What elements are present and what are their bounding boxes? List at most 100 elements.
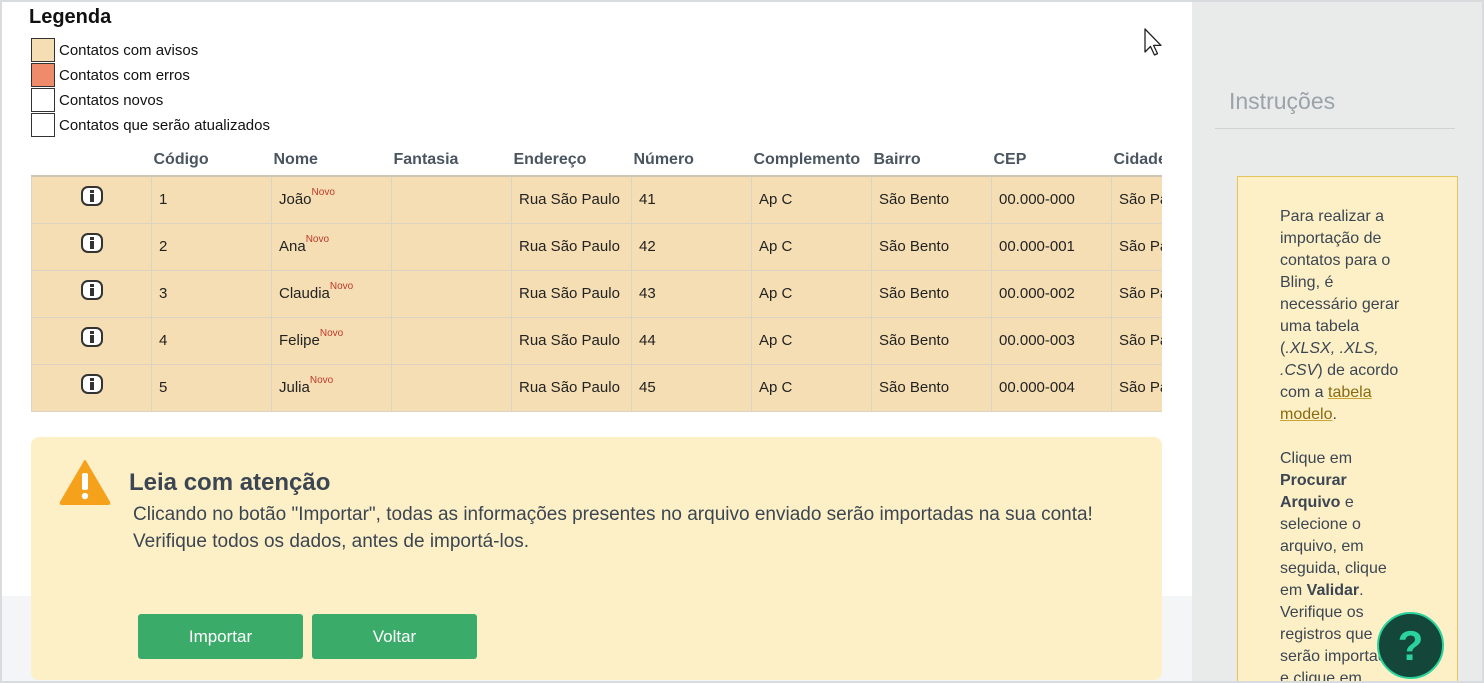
table-row: 4 FelipeNovo Rua São Paulo 44 Ap C São B… <box>31 316 1162 365</box>
legend-swatch-errors <box>31 63 55 87</box>
cell-numero: 41 <box>631 175 752 224</box>
cell-endereco: Rua São Paulo <box>511 175 632 224</box>
cell-complemento: Ap C <box>751 175 872 224</box>
legend-item-errors: Contatos com erros <box>31 63 190 87</box>
cell-nome: JoãoNovo <box>271 175 392 224</box>
legend-swatch-new <box>31 88 55 112</box>
column-header-fantasia: Fantasia <box>391 144 512 176</box>
info-cell <box>31 269 152 318</box>
cell-fantasia <box>391 363 512 412</box>
cell-cidade: São Paulo <box>1111 222 1162 271</box>
cell-complemento: Ap C <box>751 269 872 318</box>
cell-nome: JuliaNovo <box>271 363 392 412</box>
column-header-endereco: Endereço <box>511 144 632 176</box>
cell-bairro: São Bento <box>871 363 992 412</box>
cell-endereco: Rua São Paulo <box>511 363 632 412</box>
instructions-paragraph-table: Para realizar a importação de contatos p… <box>1280 206 1408 426</box>
table-row: 2 AnaNovo Rua São Paulo 42 Ap C São Bent… <box>31 222 1162 271</box>
cell-fantasia <box>391 175 512 224</box>
contact-name: Ana <box>279 238 306 255</box>
main-panel: Legenda Contatos com avisos Contatos com… <box>2 2 1192 681</box>
legend-label: Contatos novos <box>59 91 164 109</box>
new-badge: Novo <box>309 375 334 386</box>
new-badge: Novo <box>329 281 354 292</box>
warning-title: Leia com atenção <box>129 469 331 496</box>
cell-codigo: 1 <box>151 175 272 224</box>
cell-nome: AnaNovo <box>271 222 392 271</box>
info-icon[interactable] <box>80 326 103 347</box>
new-badge: Novo <box>305 234 330 245</box>
legend-title: Legenda <box>29 6 112 28</box>
cell-bairro: São Bento <box>871 175 992 224</box>
column-header-info <box>31 144 152 176</box>
cell-complemento: Ap C <box>751 363 872 412</box>
cell-cep: 00.000-004 <box>991 363 1112 412</box>
info-icon[interactable] <box>80 373 103 394</box>
column-header-numero: Número <box>631 144 752 176</box>
column-header-cidade: Cidade <box>1111 144 1162 176</box>
cell-codigo: 4 <box>151 316 272 365</box>
cell-endereco: Rua São Paulo <box>511 316 632 365</box>
info-cell <box>31 316 152 365</box>
column-header-bairro: Bairro <box>871 144 992 176</box>
cell-cidade: São Paulo <box>1111 175 1162 224</box>
cell-codigo: 3 <box>151 269 272 318</box>
cell-numero: 45 <box>631 363 752 412</box>
legend-swatch-updated <box>31 113 55 137</box>
cell-complemento: Ap C <box>751 222 872 271</box>
contacts-table-wrapper[interactable]: Código Nome Fantasia Endereço Número Com… <box>31 144 1162 414</box>
warning-text: Clicando no botão "Importar", todas as i… <box>133 501 1113 555</box>
cell-cidade: São Paulo <box>1111 363 1162 412</box>
cell-fantasia <box>391 316 512 365</box>
instructions-box: Para realizar a importação de contatos p… <box>1237 176 1458 683</box>
cell-cep: 00.000-003 <box>991 316 1112 365</box>
info-icon[interactable] <box>80 232 103 253</box>
instructions-paragraph-upload: Clique em Procurar Arquivo e selecione o… <box>1280 448 1408 602</box>
instructions-text: Para realizar a importação de contatos p… <box>1280 208 1400 357</box>
cell-codigo: 2 <box>151 222 272 271</box>
info-cell <box>31 363 152 412</box>
legend-label: Contatos que serão atualizados <box>59 116 270 134</box>
browse-file-emphasis: Procurar Arquivo <box>1280 472 1347 511</box>
cell-cidade: São Paulo <box>1111 269 1162 318</box>
contact-name: Julia <box>279 379 310 396</box>
warning-line-import: Clicando no botão "Importar", todas as i… <box>133 504 1093 525</box>
cell-numero: 43 <box>631 269 752 318</box>
contact-name: Claudia <box>279 285 330 302</box>
info-icon[interactable] <box>80 279 103 300</box>
cell-cep: 00.000-000 <box>991 175 1112 224</box>
mouse-cursor-icon <box>1144 28 1162 56</box>
contact-name: João <box>279 191 312 209</box>
cell-nome: FelipeNovo <box>271 316 392 365</box>
legend-label: Contatos com erros <box>59 66 190 84</box>
contacts-table: Código Nome Fantasia Endereço Número Com… <box>31 144 1162 412</box>
validate-emphasis: Validar <box>1306 582 1360 599</box>
cell-bairro: São Bento <box>871 269 992 318</box>
cell-cidade: São Paulo <box>1111 316 1162 365</box>
cell-cep: 00.000-002 <box>991 269 1112 318</box>
legend-item-warnings: Contatos com avisos <box>31 38 198 62</box>
legend-swatch-warnings <box>31 38 55 62</box>
cell-endereco: Rua São Paulo <box>511 269 632 318</box>
cell-complemento: Ap C <box>751 316 872 365</box>
column-header-complemento: Complemento <box>751 144 872 176</box>
cell-nome: ClaudiaNovo <box>271 269 392 318</box>
column-header-nome: Nome <box>271 144 392 176</box>
new-badge: Novo <box>319 328 344 339</box>
help-button[interactable]: ? <box>1377 612 1444 679</box>
cell-endereco: Rua São Paulo <box>511 222 632 271</box>
cell-bairro: São Bento <box>871 316 992 365</box>
contact-name: Felipe <box>279 332 320 349</box>
sidebar-divider <box>1215 128 1455 129</box>
column-header-cep: CEP <box>991 144 1112 176</box>
cell-numero: 42 <box>631 222 752 271</box>
info-icon[interactable] <box>80 186 103 206</box>
cell-fantasia <box>391 269 512 318</box>
import-button[interactable]: Importar <box>138 614 303 659</box>
column-header-codigo: Código <box>151 144 272 176</box>
table-row: 3 ClaudiaNovo Rua São Paulo 43 Ap C São … <box>31 269 1162 318</box>
table-header-row: Código Nome Fantasia Endereço Número Com… <box>31 144 1162 176</box>
legend-item-new: Contatos novos <box>31 88 163 112</box>
cell-bairro: São Bento <box>871 222 992 271</box>
back-button[interactable]: Voltar <box>312 614 477 659</box>
